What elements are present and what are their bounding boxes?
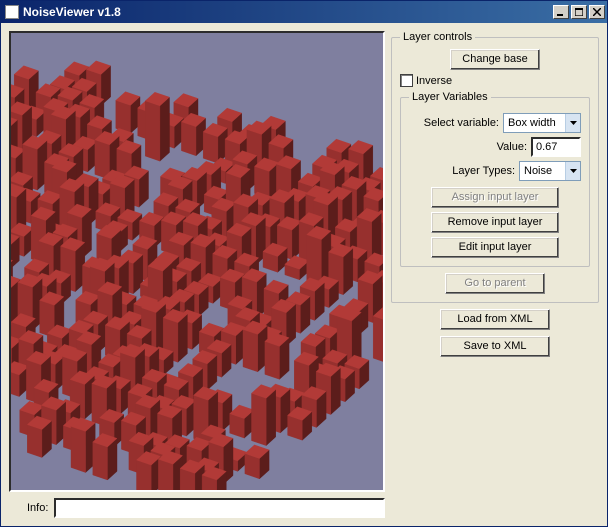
chevron-down-icon	[565, 162, 580, 180]
layer-controls-legend: Layer controls	[400, 31, 475, 43]
inverse-label: Inverse	[416, 75, 452, 87]
info-row: Info:	[9, 498, 385, 518]
close-button[interactable]	[589, 5, 605, 19]
window-title: NoiseViewer v1.8	[23, 5, 551, 19]
remove-input-layer-button[interactable]: Remove input layer	[431, 212, 559, 233]
chevron-down-icon	[565, 114, 580, 132]
assign-input-layer-button[interactable]: Assign input layer	[431, 187, 559, 208]
minimize-button[interactable]	[553, 5, 569, 19]
layer-controls-group: Layer controls Change base Inverse Layer…	[391, 31, 599, 303]
info-label: Info:	[27, 502, 48, 514]
layer-variables-legend: Layer Variables	[409, 91, 491, 103]
app-icon	[5, 5, 19, 19]
left-column: Info:	[9, 31, 385, 518]
layer-types-value: Noise	[524, 165, 552, 177]
edit-input-layer-button[interactable]: Edit input layer	[431, 237, 559, 258]
value-label: Value:	[497, 141, 527, 153]
save-to-xml-button[interactable]: Save to XML	[440, 336, 550, 357]
client-area: Info: Layer controls Change base Inverse…	[1, 23, 607, 526]
select-variable-value: Box width	[508, 117, 556, 129]
load-from-xml-button[interactable]: Load from XML	[440, 309, 550, 330]
layer-types-dropdown[interactable]: Noise	[519, 161, 581, 181]
value-input[interactable]	[531, 137, 581, 157]
inverse-checkbox[interactable]	[400, 74, 413, 87]
layer-variables-group: Layer Variables Select variable: Box wid…	[400, 91, 590, 267]
scene-canvas	[11, 33, 383, 490]
go-to-parent-button[interactable]: Go to parent	[445, 273, 545, 294]
right-column: Layer controls Change base Inverse Layer…	[391, 31, 599, 518]
layer-types-label: Layer Types:	[452, 165, 515, 177]
app-window: NoiseViewer v1.8 Info: Layer controls	[0, 0, 608, 527]
select-variable-label: Select variable:	[424, 117, 499, 129]
info-field[interactable]	[54, 498, 385, 518]
title-bar[interactable]: NoiseViewer v1.8	[1, 1, 607, 23]
3d-viewport[interactable]	[9, 31, 385, 492]
select-variable-dropdown[interactable]: Box width	[503, 113, 581, 133]
maximize-button[interactable]	[571, 5, 587, 19]
change-base-button[interactable]: Change base	[450, 49, 540, 70]
